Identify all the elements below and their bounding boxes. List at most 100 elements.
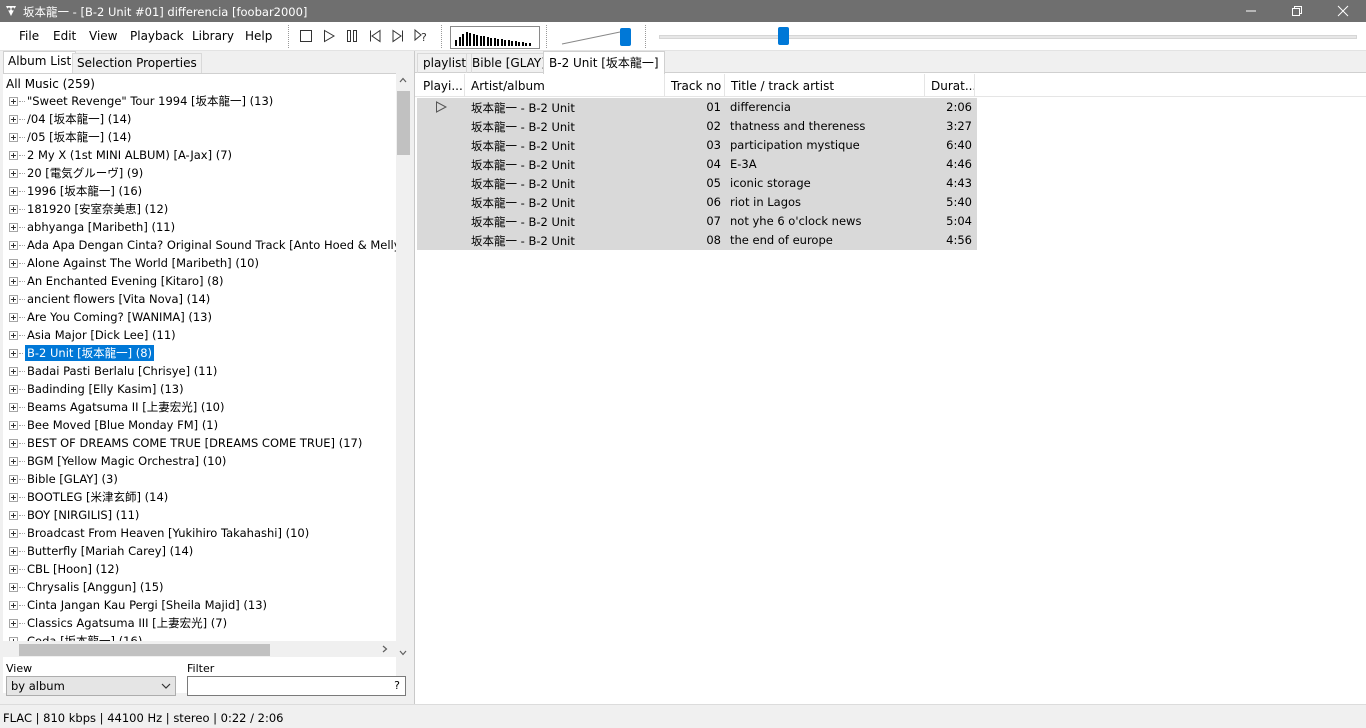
tree-item[interactable]: BOY [NIRGILIS] (11)	[3, 506, 396, 524]
scroll-right-icon[interactable]	[382, 645, 388, 653]
tree-item[interactable]: Asia Major [Dick Lee] (11)	[3, 326, 396, 344]
expand-icon[interactable]	[9, 367, 18, 376]
next-button[interactable]	[389, 27, 407, 45]
tree-item[interactable]: Broadcast From Heaven [Yukihiro Takahash…	[3, 524, 396, 542]
tree-item[interactable]: "Sweet Revenge" Tour 1994 [坂本龍一] (13)	[3, 92, 396, 110]
expand-icon[interactable]	[9, 583, 18, 592]
expand-icon[interactable]	[9, 169, 18, 178]
pause-button[interactable]	[343, 27, 361, 45]
horizontal-scroll-thumb[interactable]	[19, 644, 270, 656]
menu-edit[interactable]: Edit	[53, 29, 76, 43]
seek-bar[interactable]	[659, 35, 1357, 39]
expand-icon[interactable]	[9, 493, 18, 502]
volume-slider[interactable]	[558, 26, 638, 48]
expand-icon[interactable]	[9, 133, 18, 142]
restore-button[interactable]	[1274, 0, 1320, 22]
tree-item[interactable]: 2 My X (1st MINI ALBUM) [A-Jax] (7)	[3, 146, 396, 164]
expand-icon[interactable]	[9, 331, 18, 340]
play-button[interactable]	[320, 27, 338, 45]
expand-icon[interactable]	[9, 223, 18, 232]
tree-item[interactable]: Butterfly [Mariah Carey] (14)	[3, 542, 396, 560]
seek-thumb[interactable]	[778, 27, 789, 45]
expand-icon[interactable]	[9, 241, 18, 250]
tree-item[interactable]: 20 [電気グルーヴ] (9)	[3, 164, 396, 182]
tree-item[interactable]: Classics Agatsuma III [上妻宏光] (7)	[3, 614, 396, 632]
tree-item[interactable]: Badinding [Elly Kasim] (13)	[3, 380, 396, 398]
playlist-row[interactable]: 坂本龍一 - B-2 Unit 05 iconic storage 4:43	[417, 174, 977, 193]
tab-playlist[interactable]: playlist	[417, 53, 473, 73]
tree-vertical-scrollbar[interactable]	[396, 73, 410, 693]
column-title[interactable]: Title / track artist	[725, 74, 925, 97]
expand-icon[interactable]	[9, 421, 18, 430]
playlist-row[interactable]: 坂本龍一 - B-2 Unit 06 riot in Lagos 5:40	[417, 193, 977, 212]
expand-icon[interactable]	[9, 313, 18, 322]
tree-horizontal-scrollbar[interactable]	[3, 641, 396, 657]
expand-icon[interactable]	[9, 205, 18, 214]
expand-icon[interactable]	[9, 511, 18, 520]
stop-button[interactable]	[297, 27, 315, 45]
tree-item[interactable]: Bible [GLAY] (3)	[3, 470, 396, 488]
album-tree[interactable]: All Music (259) "Sweet Revenge" Tour 199…	[3, 73, 396, 693]
scroll-down-icon[interactable]	[399, 650, 407, 656]
tree-item[interactable]: 1996 [坂本龍一] (16)	[3, 182, 396, 200]
random-button[interactable]: ?	[412, 27, 430, 45]
playlist-row[interactable]: 坂本龍一 - B-2 Unit 01 differencia 2:06	[417, 98, 977, 117]
expand-icon[interactable]	[9, 97, 18, 106]
tab-selection-properties[interactable]: Selection Properties	[72, 53, 202, 73]
tree-item[interactable]: /05 [坂本龍一] (14)	[3, 128, 396, 146]
tree-item[interactable]: ancient flowers [Vita Nova] (14)	[3, 290, 396, 308]
expand-icon[interactable]	[9, 565, 18, 574]
menu-library[interactable]: Library	[192, 29, 234, 43]
tree-item[interactable]: Ada Apa Dengan Cinta? Original Sound Tra…	[3, 236, 396, 254]
scroll-up-icon[interactable]	[399, 77, 407, 83]
tree-item[interactable]: 181920 [安室奈美恵] (12)	[3, 200, 396, 218]
playlist-row[interactable]: 坂本龍一 - B-2 Unit 03 participation mystique 6…	[417, 136, 977, 155]
volume-thumb[interactable]	[620, 28, 631, 46]
menu-help[interactable]: Help	[245, 29, 272, 43]
expand-icon[interactable]	[9, 277, 18, 286]
tree-item[interactable]: Badai Pasti Berlalu [Chrisye] (11)	[3, 362, 396, 380]
view-dropdown[interactable]: by album	[6, 676, 176, 696]
expand-icon[interactable]	[9, 187, 18, 196]
expand-icon[interactable]	[9, 457, 18, 466]
playlist-row[interactable]: 坂本龍一 - B-2 Unit 04 E-3A 4:46	[417, 155, 977, 174]
expand-icon[interactable]	[9, 529, 18, 538]
tree-item[interactable]: BGM [Yellow Magic Orchestra] (10)	[3, 452, 396, 470]
menu-view[interactable]: View	[89, 29, 117, 43]
tree-item[interactable]: Cinta Jangan Kau Pergi [Sheila Majid] (1…	[3, 596, 396, 614]
tree-item[interactable]: /04 [坂本龍一] (14)	[3, 110, 396, 128]
expand-icon[interactable]	[9, 619, 18, 628]
menu-playback[interactable]: Playback	[130, 29, 184, 43]
column-track-no[interactable]: Track no	[665, 74, 725, 97]
tree-item[interactable]: Chrysalis [Anggun] (15)	[3, 578, 396, 596]
expand-icon[interactable]	[9, 259, 18, 268]
tree-item[interactable]: Are You Coming? [WANIMA] (13)	[3, 308, 396, 326]
tree-item[interactable]: An Enchanted Evening [Kitaro] (8)	[3, 272, 396, 290]
tree-item[interactable]: CBL [Hoon] (12)	[3, 560, 396, 578]
tree-item[interactable]: Beams Agatsuma II [上妻宏光] (10)	[3, 398, 396, 416]
tree-item[interactable]: BEST OF DREAMS COME TRUE [DREAMS COME TR…	[3, 434, 396, 452]
tree-item[interactable]: BOOTLEG [米津玄師] (14)	[3, 488, 396, 506]
tab-b2-unit[interactable]: B-2 Unit [坂本龍一]	[543, 51, 665, 74]
column-duration[interactable]: Durat...	[925, 74, 975, 97]
expand-icon[interactable]	[9, 295, 18, 304]
tree-item[interactable]: Alone Against The World [Maribeth] (10)	[3, 254, 396, 272]
vertical-scroll-thumb[interactable]	[397, 91, 410, 155]
minimize-button[interactable]	[1228, 0, 1274, 22]
column-artist-album[interactable]: Artist/album	[465, 74, 665, 97]
expand-icon[interactable]	[9, 439, 18, 448]
filter-help-button[interactable]: ?	[394, 679, 400, 692]
playlist-row[interactable]: 坂本龍一 - B-2 Unit 08 the end of europe 4:56	[417, 231, 977, 250]
expand-icon[interactable]	[9, 385, 18, 394]
tree-item[interactable]: B-2 Unit [坂本龍一] (8)	[3, 344, 396, 362]
expand-icon[interactable]	[9, 349, 18, 358]
column-playing[interactable]: Playi...	[417, 74, 465, 97]
tree-root-all-music[interactable]: All Music (259)	[6, 77, 95, 91]
expand-icon[interactable]	[9, 115, 18, 124]
expand-icon[interactable]	[9, 601, 18, 610]
expand-icon[interactable]	[9, 151, 18, 160]
playlist-row[interactable]: 坂本龍一 - B-2 Unit 07 not yhe 6 o'clock news 5…	[417, 212, 977, 231]
playlist-row[interactable]: 坂本龍一 - B-2 Unit 02 thatness and thereness 3…	[417, 117, 977, 136]
expand-icon[interactable]	[9, 547, 18, 556]
tree-item[interactable]: Bee Moved [Blue Monday FM] (1)	[3, 416, 396, 434]
